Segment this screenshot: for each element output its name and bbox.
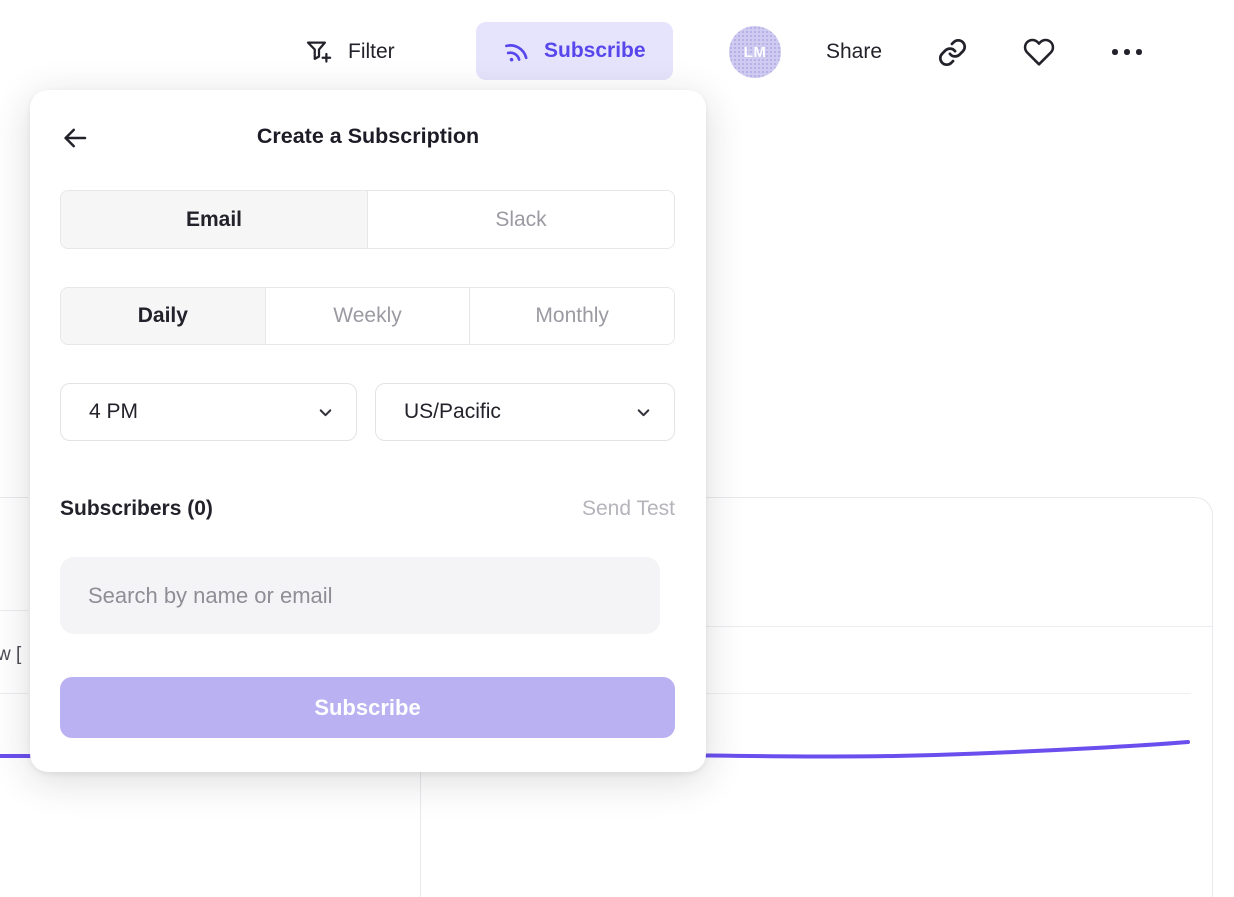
subscribe-button[interactable]: Subscribe	[476, 22, 673, 80]
filter-button[interactable]: Filter	[303, 29, 395, 75]
timezone-select[interactable]: US/Pacific	[375, 383, 675, 441]
send-test-button[interactable]: Send Test	[582, 497, 675, 521]
ellipsis-icon	[1124, 49, 1130, 55]
tab-slack[interactable]: Slack	[367, 191, 674, 248]
subscribers-row: Subscribers (0) Send Test	[60, 494, 675, 524]
favorite-heart-icon[interactable]	[1022, 36, 1056, 68]
gridline-left	[0, 610, 28, 611]
tab-email[interactable]: Email	[61, 191, 367, 248]
clipped-background-text: w [	[0, 644, 21, 666]
chevron-down-icon	[317, 404, 334, 421]
channel-tabs: Email Slack	[60, 190, 675, 249]
tab-monthly[interactable]: Monthly	[469, 288, 674, 344]
timezone-select-value: US/Pacific	[404, 400, 501, 424]
more-options-button[interactable]	[1112, 49, 1142, 55]
tab-weekly[interactable]: Weekly	[265, 288, 470, 344]
filter-plus-icon	[303, 37, 333, 67]
modal-subscribe-button[interactable]: Subscribe	[60, 677, 675, 738]
copy-link-icon[interactable]	[937, 37, 968, 68]
share-button[interactable]: Share	[826, 40, 882, 64]
ellipsis-icon	[1136, 49, 1142, 55]
time-select-value: 4 PM	[89, 400, 138, 424]
filter-label: Filter	[348, 40, 395, 64]
modal-title: Create a Subscription	[30, 124, 706, 149]
subscriber-search-input[interactable]	[60, 557, 660, 634]
chevron-down-icon	[635, 404, 652, 421]
avatar-initials: LM	[744, 44, 767, 61]
frequency-tabs: Daily Weekly Monthly	[60, 287, 675, 345]
subscribers-count-label: Subscribers (0)	[60, 497, 213, 521]
create-subscription-modal: Create a Subscription Email Slack Daily …	[30, 90, 706, 772]
subscribe-label: Subscribe	[544, 39, 646, 63]
time-select[interactable]: 4 PM	[60, 383, 357, 441]
user-avatar[interactable]: LM	[729, 26, 781, 78]
gridline-left	[0, 693, 28, 694]
ellipsis-icon	[1112, 49, 1118, 55]
tab-daily[interactable]: Daily	[61, 288, 265, 344]
rss-icon	[500, 35, 533, 68]
card-top-edge-left	[0, 497, 28, 498]
